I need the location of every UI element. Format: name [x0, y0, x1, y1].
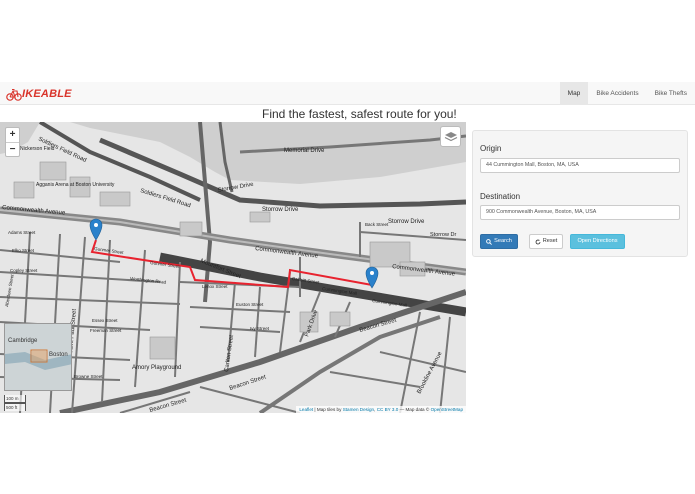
- page-headline: Find the fastest, safest route for you!: [262, 107, 457, 121]
- search-icon: [486, 238, 493, 245]
- zoom-in-button[interactable]: +: [6, 128, 19, 142]
- minimap-label-boston: Boston: [49, 352, 68, 358]
- destination-input[interactable]: 900 Commonwealth Avenue, Boston, MA, USA: [480, 205, 680, 220]
- origin-label: Origin: [480, 144, 502, 153]
- osm-link[interactable]: OpenStreetMap: [431, 407, 463, 412]
- destination-label: Destination: [480, 192, 521, 201]
- scale-metric: 100 m: [4, 395, 26, 403]
- minimap[interactable]: Cambridge Boston: [4, 323, 72, 391]
- street-label: Freeman Street: [90, 328, 122, 333]
- map[interactable]: Soldiers Field Road Soldiers Field Road …: [0, 122, 466, 413]
- street-label: Elko Street: [12, 248, 35, 253]
- street-label: Agganis Arena at Boston University: [36, 182, 115, 188]
- nav-item-bike-accidents[interactable]: Bike Accidents: [588, 82, 646, 105]
- street-label: Memorial Drive: [284, 148, 325, 154]
- layers-icon: [444, 131, 457, 141]
- street-label: Adams Street: [8, 230, 36, 235]
- navbar: IKEABLE Map Bike Accidents Bike Thefts: [0, 82, 695, 105]
- street-label: Copley Street: [10, 268, 38, 273]
- map-attribution: Leaflet | Map tiles by Stamen Design, CC…: [296, 406, 466, 413]
- search-button[interactable]: Search: [480, 234, 518, 249]
- street-label: Nickerson Field: [20, 146, 55, 152]
- nav-item-map[interactable]: Map: [559, 82, 589, 105]
- brand-text: IKEABLE: [22, 88, 72, 100]
- refresh-icon: [535, 239, 541, 244]
- leaflet-link[interactable]: Leaflet: [299, 407, 313, 412]
- scale-imperial: 500 ft: [4, 403, 26, 411]
- minimap-tiles: Cambridge Boston: [5, 324, 71, 390]
- reset-button-label: Reset: [542, 238, 558, 244]
- cc-link[interactable]: CC BY 3.0: [377, 407, 399, 412]
- street-label: Euston Street: [236, 302, 264, 307]
- street-label: Storrow Drive: [262, 207, 299, 213]
- reset-button[interactable]: Reset: [529, 234, 563, 249]
- open-directions-button[interactable]: Open Directions: [570, 234, 625, 249]
- street-label: Storrow Dr: [430, 232, 456, 238]
- street-label: Amory Playground: [132, 365, 181, 371]
- nav-links: Map Bike Accidents Bike Thefts: [559, 82, 695, 105]
- street-label: Back Street: [365, 222, 389, 227]
- street-label: Lenox Street: [202, 284, 228, 289]
- route-form-panel: Origin 44 Cummington Mall, Boston, MA, U…: [472, 130, 688, 257]
- bicycle-icon: [6, 88, 22, 101]
- search-button-label: Search: [494, 238, 512, 244]
- origin-input[interactable]: 44 Cummington Mall, Boston, MA, USA: [480, 158, 680, 173]
- stamen-link[interactable]: Stamen Design: [343, 407, 374, 412]
- minimap-label-cambridge: Cambridge: [8, 338, 38, 344]
- brand-logo[interactable]: IKEABLE: [6, 86, 72, 102]
- street-label: Ivy Street: [250, 326, 270, 331]
- nav-item-bike-thefts[interactable]: Bike Thefts: [647, 82, 695, 105]
- attribution-text: | Map tiles by: [313, 407, 343, 412]
- layers-button[interactable]: [440, 126, 461, 147]
- street-label: Browne Street: [74, 374, 103, 379]
- attribution-text: — Map data ©: [398, 407, 431, 412]
- zoom-out-button[interactable]: −: [6, 142, 19, 156]
- street-label: Storrow Drive: [388, 219, 425, 225]
- zoom-control: + −: [5, 127, 20, 157]
- scale-bar: 100 m 500 ft: [4, 395, 26, 411]
- street-label: Essex Street: [92, 318, 118, 323]
